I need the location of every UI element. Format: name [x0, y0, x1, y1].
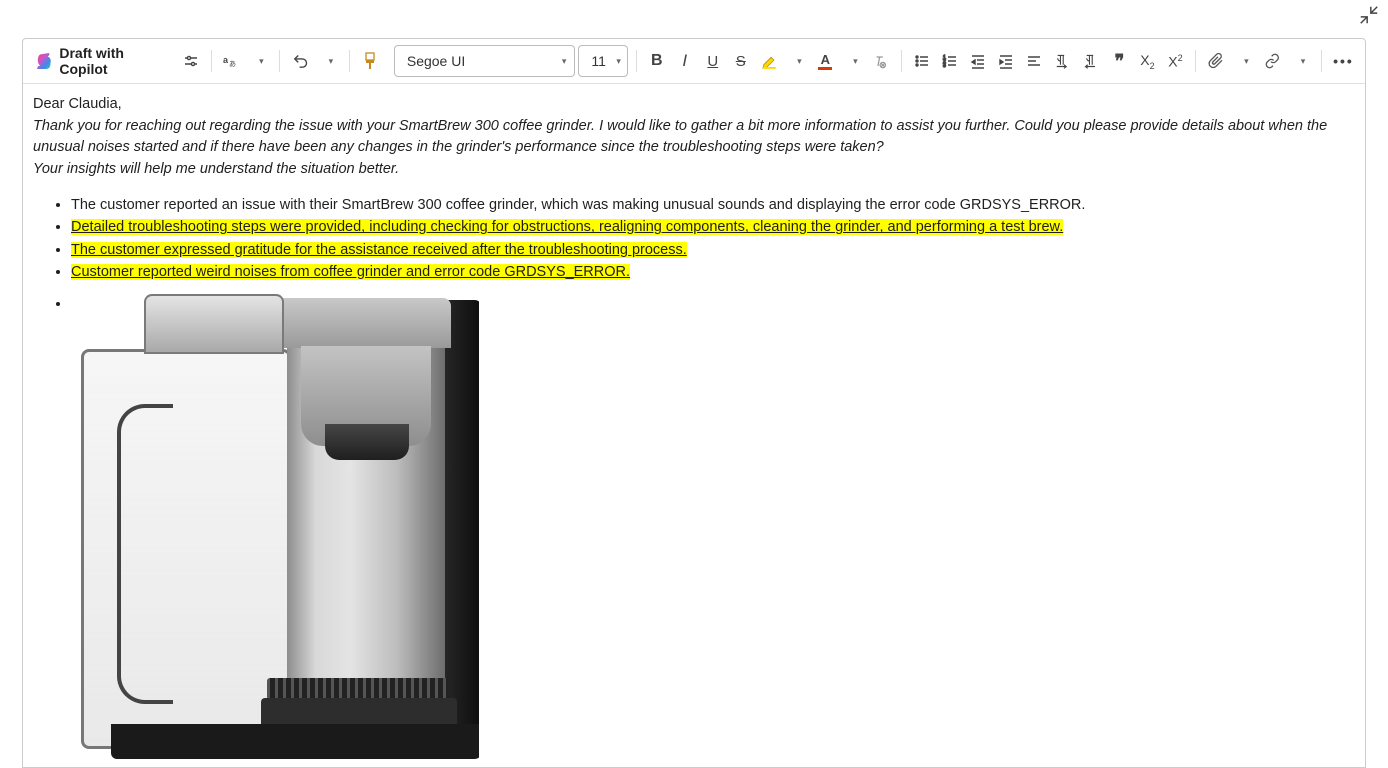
quote-icon: ❞	[1115, 51, 1125, 72]
chevron-down-icon: ▾	[853, 56, 858, 67]
draft-with-copilot-button[interactable]: Draft with Copilot	[31, 47, 175, 75]
highlight-button[interactable]	[757, 47, 782, 75]
numbered-list-button[interactable]: 1 2 3	[938, 47, 962, 75]
paperclip-icon	[1208, 53, 1224, 69]
separator	[211, 50, 212, 72]
undo-dropdown[interactable]: ▾	[317, 47, 341, 75]
more-options-button[interactable]: •••	[1330, 47, 1357, 75]
highlight-icon	[761, 52, 778, 70]
clear-formatting-button[interactable]	[869, 47, 893, 75]
summary-bullet-list: The customer reported an issue with thei…	[33, 195, 1355, 764]
ltr-icon	[1054, 53, 1071, 69]
strikethrough-button[interactable]: S	[729, 47, 753, 75]
editor-container: Draft with Copilot a あ ▾ ▾	[22, 38, 1366, 768]
copilot-options-button[interactable]	[179, 47, 203, 75]
ltr-button[interactable]	[1050, 47, 1075, 75]
chevron-down-icon: ▾	[616, 56, 621, 67]
indent-icon	[998, 53, 1014, 69]
chevron-down-icon: ▾	[797, 56, 802, 67]
more-icon: •••	[1333, 53, 1354, 69]
undo-icon	[292, 52, 309, 70]
underline-icon: U	[707, 53, 718, 70]
list-item: Detailed troubleshooting steps were prov…	[71, 217, 1355, 237]
chevron-down-icon: ▾	[1244, 56, 1249, 67]
proofing-button[interactable]: a あ	[219, 47, 243, 75]
link-icon	[1264, 53, 1281, 69]
separator	[349, 50, 350, 72]
separator	[636, 50, 637, 72]
attach-button[interactable]	[1204, 47, 1228, 75]
strikethrough-icon: S	[736, 53, 746, 70]
bulleted-list-button[interactable]	[910, 47, 934, 75]
font-color-button[interactable]: A	[813, 47, 837, 75]
sliders-icon	[183, 53, 199, 69]
font-name-value: Segoe UI	[407, 53, 465, 69]
align-icon	[1026, 53, 1042, 69]
outdent-icon	[970, 53, 986, 69]
proofing-dropdown[interactable]: ▾	[247, 47, 271, 75]
collapse-icon	[1358, 4, 1380, 26]
superscript-button[interactable]: X2	[1163, 47, 1187, 75]
copilot-icon	[35, 51, 53, 71]
highlight-dropdown[interactable]: ▾	[785, 47, 809, 75]
subscript-button[interactable]: X2	[1135, 47, 1159, 75]
separator	[279, 50, 280, 72]
bullet-list-icon	[914, 53, 930, 69]
chevron-down-icon: ▾	[562, 56, 567, 67]
link-button[interactable]	[1260, 47, 1285, 75]
email-body-editor[interactable]: Dear Claudia, Thank you for reaching out…	[23, 84, 1365, 767]
chevron-down-icon: ▾	[1301, 56, 1306, 67]
proofing-icon: a あ	[223, 53, 239, 69]
chevron-down-icon: ▾	[259, 56, 264, 67]
undo-button[interactable]	[288, 47, 313, 75]
clear-formatting-icon	[873, 53, 889, 70]
list-item-image	[71, 294, 1355, 764]
chevron-down-icon: ▾	[329, 56, 334, 67]
align-button[interactable]	[1022, 47, 1046, 75]
italic-icon: I	[682, 51, 687, 71]
decrease-indent-button[interactable]	[966, 47, 990, 75]
separator	[1195, 50, 1196, 72]
attach-dropdown[interactable]: ▾	[1232, 47, 1256, 75]
italic-button[interactable]: I	[673, 47, 697, 75]
brush-icon	[362, 52, 378, 70]
increase-indent-button[interactable]	[994, 47, 1018, 75]
formatting-toolbar: Draft with Copilot a あ ▾ ▾	[23, 39, 1365, 84]
paragraph-2: Your insights will help me understand th…	[33, 159, 1355, 179]
embedded-image-coffee-maker[interactable]	[71, 294, 479, 764]
rtl-icon	[1083, 53, 1100, 69]
numbered-list-icon: 1 2 3	[942, 53, 958, 69]
font-name-select[interactable]: Segoe UI ▾	[394, 45, 575, 77]
format-painter-button[interactable]	[358, 47, 382, 75]
font-size-value: 11	[591, 53, 606, 69]
rtl-button[interactable]	[1079, 47, 1104, 75]
superscript-icon: X2	[1168, 53, 1182, 70]
quote-button[interactable]: ❞	[1107, 47, 1131, 75]
greeting-text: Dear Claudia,	[33, 94, 1355, 114]
window-collapse-button[interactable]	[1358, 4, 1380, 26]
font-color-icon: A	[821, 52, 830, 67]
svg-text:あ: あ	[229, 60, 236, 68]
bold-button[interactable]: B	[645, 47, 669, 75]
list-item: The customer reported an issue with thei…	[71, 195, 1355, 215]
underline-button[interactable]: U	[701, 47, 725, 75]
subscript-icon: X2	[1140, 52, 1154, 71]
list-item: The customer expressed gratitude for the…	[71, 240, 1355, 260]
list-item: Customer reported weird noises from coff…	[71, 262, 1355, 282]
link-dropdown[interactable]: ▾	[1289, 47, 1313, 75]
bold-icon: B	[651, 52, 663, 70]
separator	[901, 50, 902, 72]
font-color-dropdown[interactable]: ▾	[841, 47, 865, 75]
font-size-select[interactable]: 11 ▾	[578, 45, 628, 77]
copilot-label: Draft with Copilot	[59, 45, 166, 77]
paragraph-1: Thank you for reaching out regarding the…	[33, 116, 1355, 157]
separator	[1321, 50, 1322, 72]
svg-text:3: 3	[943, 63, 946, 69]
